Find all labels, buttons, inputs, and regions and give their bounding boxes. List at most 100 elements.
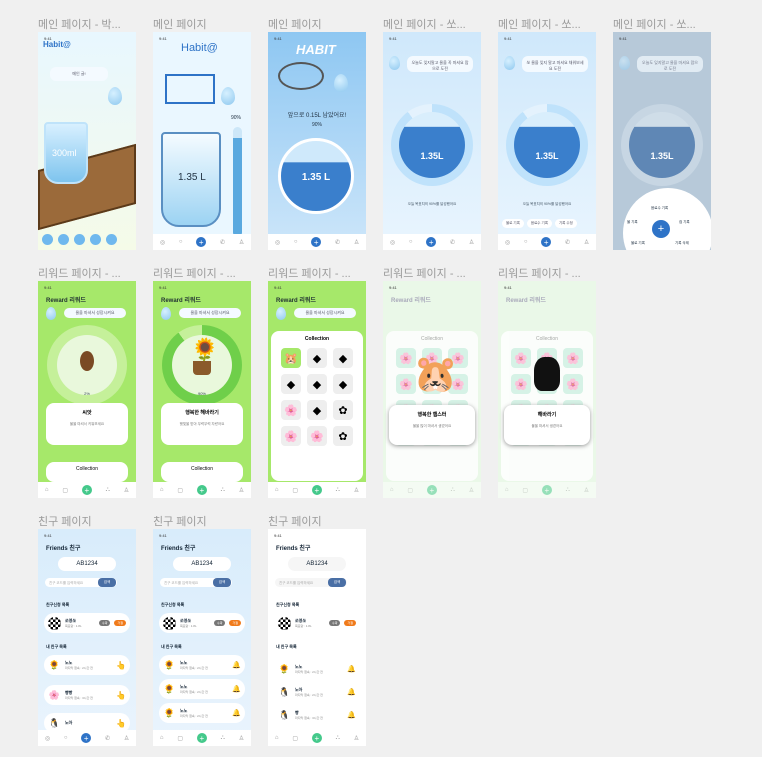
water-drop-mascot-icon[interactable] xyxy=(161,307,171,320)
chat-icon[interactable]: ▢ xyxy=(292,487,298,494)
add-button[interactable]: + xyxy=(196,733,207,743)
water-drop-mascot-icon[interactable] xyxy=(221,87,235,105)
chat-icon[interactable]: ○ xyxy=(179,239,183,245)
sunflower-icon[interactable]: 🌻 xyxy=(191,337,218,363)
collection-item-unlocked[interactable]: 🐹 xyxy=(281,348,301,368)
my-code[interactable]: AB1234 xyxy=(288,557,346,571)
bell-icon[interactable]: 🔔 xyxy=(347,688,356,696)
water-level-circle[interactable] xyxy=(399,112,465,178)
home-icon[interactable]: ⌂ xyxy=(275,735,279,741)
home-icon[interactable]: ⌂ xyxy=(45,487,49,493)
silhouette-character-icon[interactable] xyxy=(534,357,560,391)
chat-icon[interactable]: ○ xyxy=(294,239,298,245)
edit-record-chip[interactable]: 기록 수정 xyxy=(554,219,577,228)
selection-box[interactable] xyxy=(165,74,215,104)
chat-icon[interactable]: ▢ xyxy=(522,487,528,494)
friend-row[interactable]: 🌸 빵빵 마지막 접속 : 3시간 전 👆 xyxy=(44,685,130,705)
profile-icon[interactable]: ♙ xyxy=(354,735,359,742)
home-icon[interactable]: ⌂ xyxy=(160,487,164,493)
profile-icon[interactable]: ♙ xyxy=(124,487,129,494)
search-button[interactable]: 검색 xyxy=(213,578,231,587)
flower-icon[interactable]: ✿ xyxy=(333,426,353,446)
flower-icon[interactable]: 🌸 xyxy=(281,400,301,420)
search-button[interactable]: 검색 xyxy=(328,578,346,587)
collection-item-locked[interactable]: ◆ xyxy=(307,348,327,368)
drop-dot-icon[interactable] xyxy=(90,234,101,245)
profile-icon[interactable]: ♙ xyxy=(469,487,474,494)
home-icon[interactable]: ◎ xyxy=(45,735,50,742)
reject-button[interactable]: 거절 xyxy=(229,620,241,626)
water-drop-mascot-icon[interactable] xyxy=(619,56,630,70)
seed-icon[interactable] xyxy=(80,351,94,371)
friend-row[interactable]: 🌻 노노 마지막 접속 : 2시간 전 🔔 xyxy=(274,659,360,679)
friend-row[interactable]: 🌻 노노 마지막 접속 : 2시간 전 🔔 xyxy=(159,655,245,675)
share-icon[interactable]: ⛬ xyxy=(336,487,340,494)
collection-item-locked[interactable]: ◆ xyxy=(333,348,353,368)
drop-dot-icon[interactable] xyxy=(106,234,117,245)
chat-icon[interactable]: ▢ xyxy=(407,487,413,494)
add-button[interactable]: + xyxy=(81,733,92,743)
add-button[interactable]: + xyxy=(311,485,322,495)
phone-icon[interactable]: ✆ xyxy=(220,239,225,246)
menu-item-delete[interactable]: 기록 삭제 xyxy=(675,241,689,246)
collection-item-locked[interactable]: ◆ xyxy=(307,400,327,420)
phone-icon[interactable]: ✆ xyxy=(335,239,340,246)
flower-icon[interactable]: 🌸 xyxy=(307,426,327,446)
menu-item-cup[interactable]: 컵 기록 xyxy=(679,220,690,225)
profile-icon[interactable]: ♙ xyxy=(239,487,244,494)
water-drop-mascot-icon[interactable] xyxy=(46,307,56,320)
add-button[interactable]: + xyxy=(311,733,322,743)
phone-icon[interactable]: ✆ xyxy=(565,239,570,246)
accept-button[interactable]: 수락 xyxy=(328,620,341,626)
flower-icon[interactable]: 🌸 xyxy=(563,374,583,394)
accept-button[interactable]: 수락 xyxy=(213,620,226,626)
share-icon[interactable]: ⛬ xyxy=(221,735,225,742)
chat-icon[interactable]: ▢ xyxy=(292,735,298,742)
drop-dot-icon[interactable] xyxy=(42,234,53,245)
profile-icon[interactable]: ♙ xyxy=(469,239,474,246)
bell-icon[interactable]: 🔔 xyxy=(232,709,241,717)
home-icon[interactable]: ⌂ xyxy=(505,487,509,493)
fab-add-button[interactable]: + xyxy=(652,220,670,238)
home-icon[interactable]: ◎ xyxy=(275,239,280,246)
flower-icon[interactable]: 🌸 xyxy=(563,348,583,368)
water-level-circle[interactable] xyxy=(629,112,695,178)
water-drop-mascot-icon[interactable] xyxy=(334,74,348,92)
flower-icon[interactable]: ✿ xyxy=(333,400,353,420)
menu-item-water[interactable]: 물 기록 xyxy=(627,220,638,225)
record-water-chip[interactable]: 물로 기록 xyxy=(502,219,524,228)
add-button[interactable]: + xyxy=(311,237,322,247)
chat-icon[interactable]: ○ xyxy=(524,239,528,245)
add-button[interactable]: + xyxy=(426,237,437,247)
friend-row[interactable]: 🐧 노아 마지막 접속 : 2시간 전 🔔 xyxy=(274,682,360,702)
my-code[interactable]: AB1234 xyxy=(173,557,231,571)
drop-dot-icon[interactable] xyxy=(74,234,85,245)
menu-item-record[interactable]: 물로 기록 xyxy=(631,241,645,246)
chat-icon[interactable]: ○ xyxy=(409,239,413,245)
share-icon[interactable]: ⛬ xyxy=(451,487,455,494)
share-icon[interactable]: ⛬ xyxy=(106,487,110,494)
chat-icon[interactable]: ○ xyxy=(64,735,68,741)
flower-icon[interactable]: 🌸 xyxy=(511,374,531,394)
home-icon[interactable]: ⌂ xyxy=(275,487,279,493)
record-drink-chip[interactable]: 음료수 기록 xyxy=(526,219,552,228)
poke-icon[interactable]: 👆 xyxy=(116,691,126,700)
friend-row[interactable]: 🌻 노노 마지막 접속 : 2시간 전 🔔 xyxy=(159,703,245,723)
profile-icon[interactable]: ♙ xyxy=(239,735,244,742)
share-icon[interactable]: ⛬ xyxy=(566,487,570,494)
bell-icon[interactable]: 🔔 xyxy=(232,661,241,669)
add-button[interactable]: + xyxy=(541,485,552,495)
profile-icon[interactable]: ♙ xyxy=(584,487,589,494)
collection-tab[interactable]: Collection xyxy=(46,462,128,482)
flower-icon[interactable]: 🌸 xyxy=(281,426,301,446)
hamster-character-icon[interactable]: 🐹 xyxy=(413,353,458,395)
drop-dot-icon[interactable] xyxy=(58,234,69,245)
profile-icon[interactable]: ♙ xyxy=(124,735,129,742)
home-icon[interactable]: ⌂ xyxy=(390,487,394,493)
profile-icon[interactable]: ♙ xyxy=(354,239,359,246)
collection-item-locked[interactable]: ◆ xyxy=(333,374,353,394)
add-button[interactable]: + xyxy=(541,237,552,247)
poke-icon[interactable]: 👆 xyxy=(116,719,126,728)
phone-icon[interactable]: ✆ xyxy=(105,735,110,742)
accept-button[interactable]: 수락 xyxy=(98,620,111,626)
